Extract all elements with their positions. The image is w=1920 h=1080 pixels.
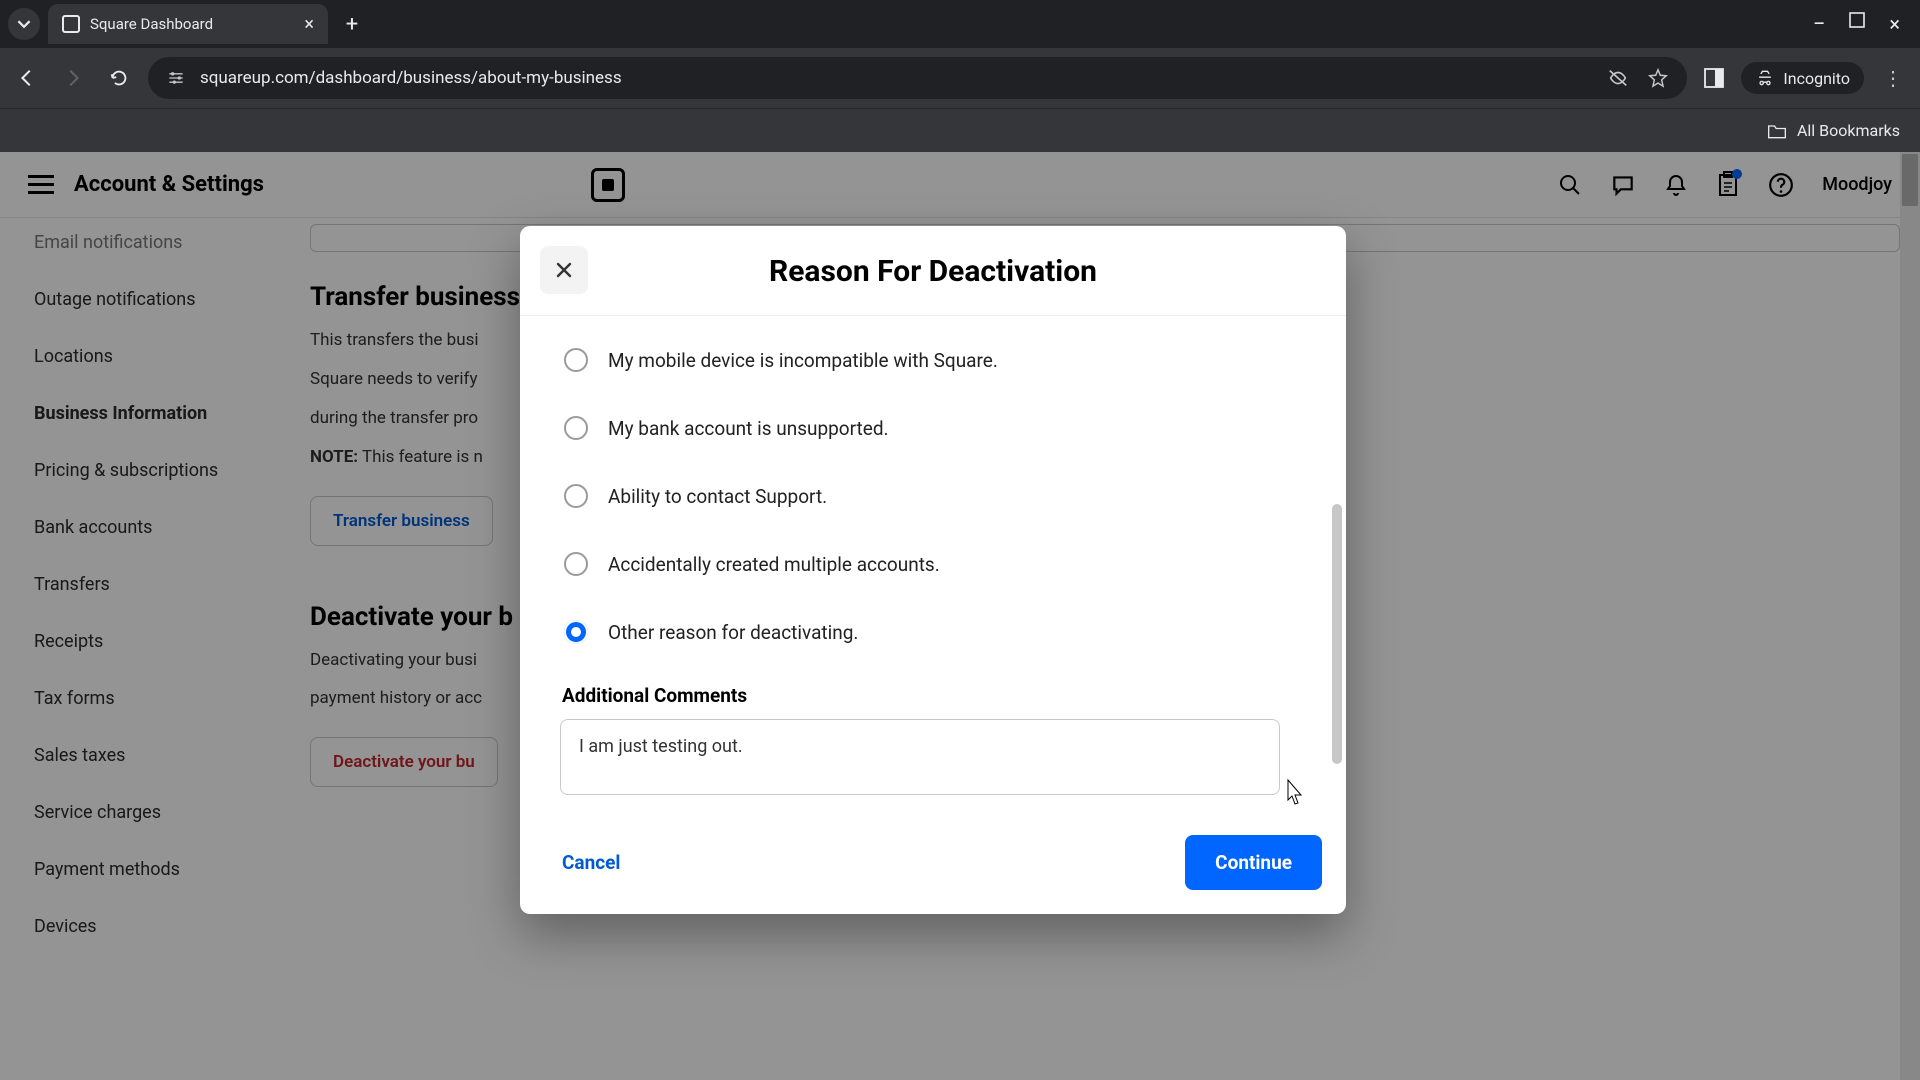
back-button[interactable] <box>14 65 40 91</box>
modal-scrollbar-thumb[interactable] <box>1332 504 1342 764</box>
deactivation-reason-modal: Reason For Deactivation My mobile device… <box>520 226 1346 914</box>
radio-icon <box>564 348 588 372</box>
address-bar: squareup.com/dashboard/business/about-my… <box>0 48 1920 108</box>
minimize-icon[interactable]: − <box>1813 12 1826 37</box>
incognito-icon <box>1755 68 1775 88</box>
folder-icon <box>1767 122 1787 140</box>
radio-checked-icon <box>564 620 588 644</box>
side-panel-icon[interactable] <box>1703 67 1725 89</box>
incognito-chip[interactable]: Incognito <box>1741 62 1864 94</box>
reason-option-multiple-accounts[interactable]: Accidentally created multiple accounts. <box>560 530 1306 598</box>
all-bookmarks-link[interactable]: All Bookmarks <box>1797 121 1900 140</box>
reload-button[interactable] <box>106 65 132 91</box>
reason-label: Ability to contact Support. <box>608 485 827 508</box>
cancel-button[interactable]: Cancel <box>544 837 638 888</box>
incognito-status-icon[interactable] <box>1607 67 1629 89</box>
tab-title: Square Dashboard <box>90 15 294 33</box>
modal-footer: Cancel Continue <box>520 817 1346 914</box>
radio-icon <box>564 552 588 576</box>
tab-strip: Square Dashboard × + − × <box>0 0 1920 48</box>
reason-label: Accidentally created multiple accounts. <box>608 553 940 576</box>
forward-button <box>60 65 86 91</box>
close-window-icon[interactable]: × <box>1889 12 1900 37</box>
additional-comments-label: Additional Comments <box>562 684 1306 707</box>
radio-icon <box>564 416 588 440</box>
square-favicon-icon <box>62 15 80 33</box>
url-text: squareup.com/dashboard/business/about-my… <box>200 68 622 88</box>
radio-icon <box>564 484 588 508</box>
modal-scrollbar-track[interactable] <box>1332 324 1342 824</box>
modal-body: My mobile device is incompatible with Sq… <box>520 316 1346 817</box>
url-field[interactable]: squareup.com/dashboard/business/about-my… <box>148 57 1687 99</box>
reason-option-other[interactable]: Other reason for deactivating. <box>560 598 1306 666</box>
new-tab-button[interactable]: + <box>336 8 368 40</box>
maximize-icon[interactable] <box>1849 12 1865 37</box>
chevron-down-icon <box>17 17 31 31</box>
bookmark-star-icon[interactable] <box>1647 67 1669 89</box>
modal-close-button[interactable] <box>540 246 588 294</box>
site-settings-icon[interactable] <box>166 68 186 88</box>
close-icon <box>555 261 573 279</box>
reason-option-contact-support[interactable]: Ability to contact Support. <box>560 462 1306 530</box>
browser-tab[interactable]: Square Dashboard × <box>48 4 328 44</box>
modal-title: Reason For Deactivation <box>544 254 1322 289</box>
tab-search-button[interactable] <box>8 8 40 40</box>
bookmarks-bar: All Bookmarks <box>0 108 1920 152</box>
reason-option-bank-unsupported[interactable]: My bank account is unsupported. <box>560 394 1306 462</box>
incognito-label: Incognito <box>1783 69 1850 88</box>
page-viewport: Account & Settings Moodjoy Email notific… <box>0 152 1920 1080</box>
reason-label: My mobile device is incompatible with Sq… <box>608 349 998 372</box>
additional-comments-textarea[interactable] <box>560 719 1280 795</box>
reason-option-incompatible-device[interactable]: My mobile device is incompatible with Sq… <box>560 326 1306 394</box>
close-tab-icon[interactable]: × <box>304 14 314 35</box>
continue-button[interactable]: Continue <box>1185 835 1322 890</box>
browser-chrome: Square Dashboard × + − × squareup.com/da… <box>0 0 1920 152</box>
browser-menu-button[interactable]: ⋮ <box>1880 65 1906 91</box>
reason-label: Other reason for deactivating. <box>608 621 858 644</box>
reason-label: My bank account is unsupported. <box>608 417 889 440</box>
